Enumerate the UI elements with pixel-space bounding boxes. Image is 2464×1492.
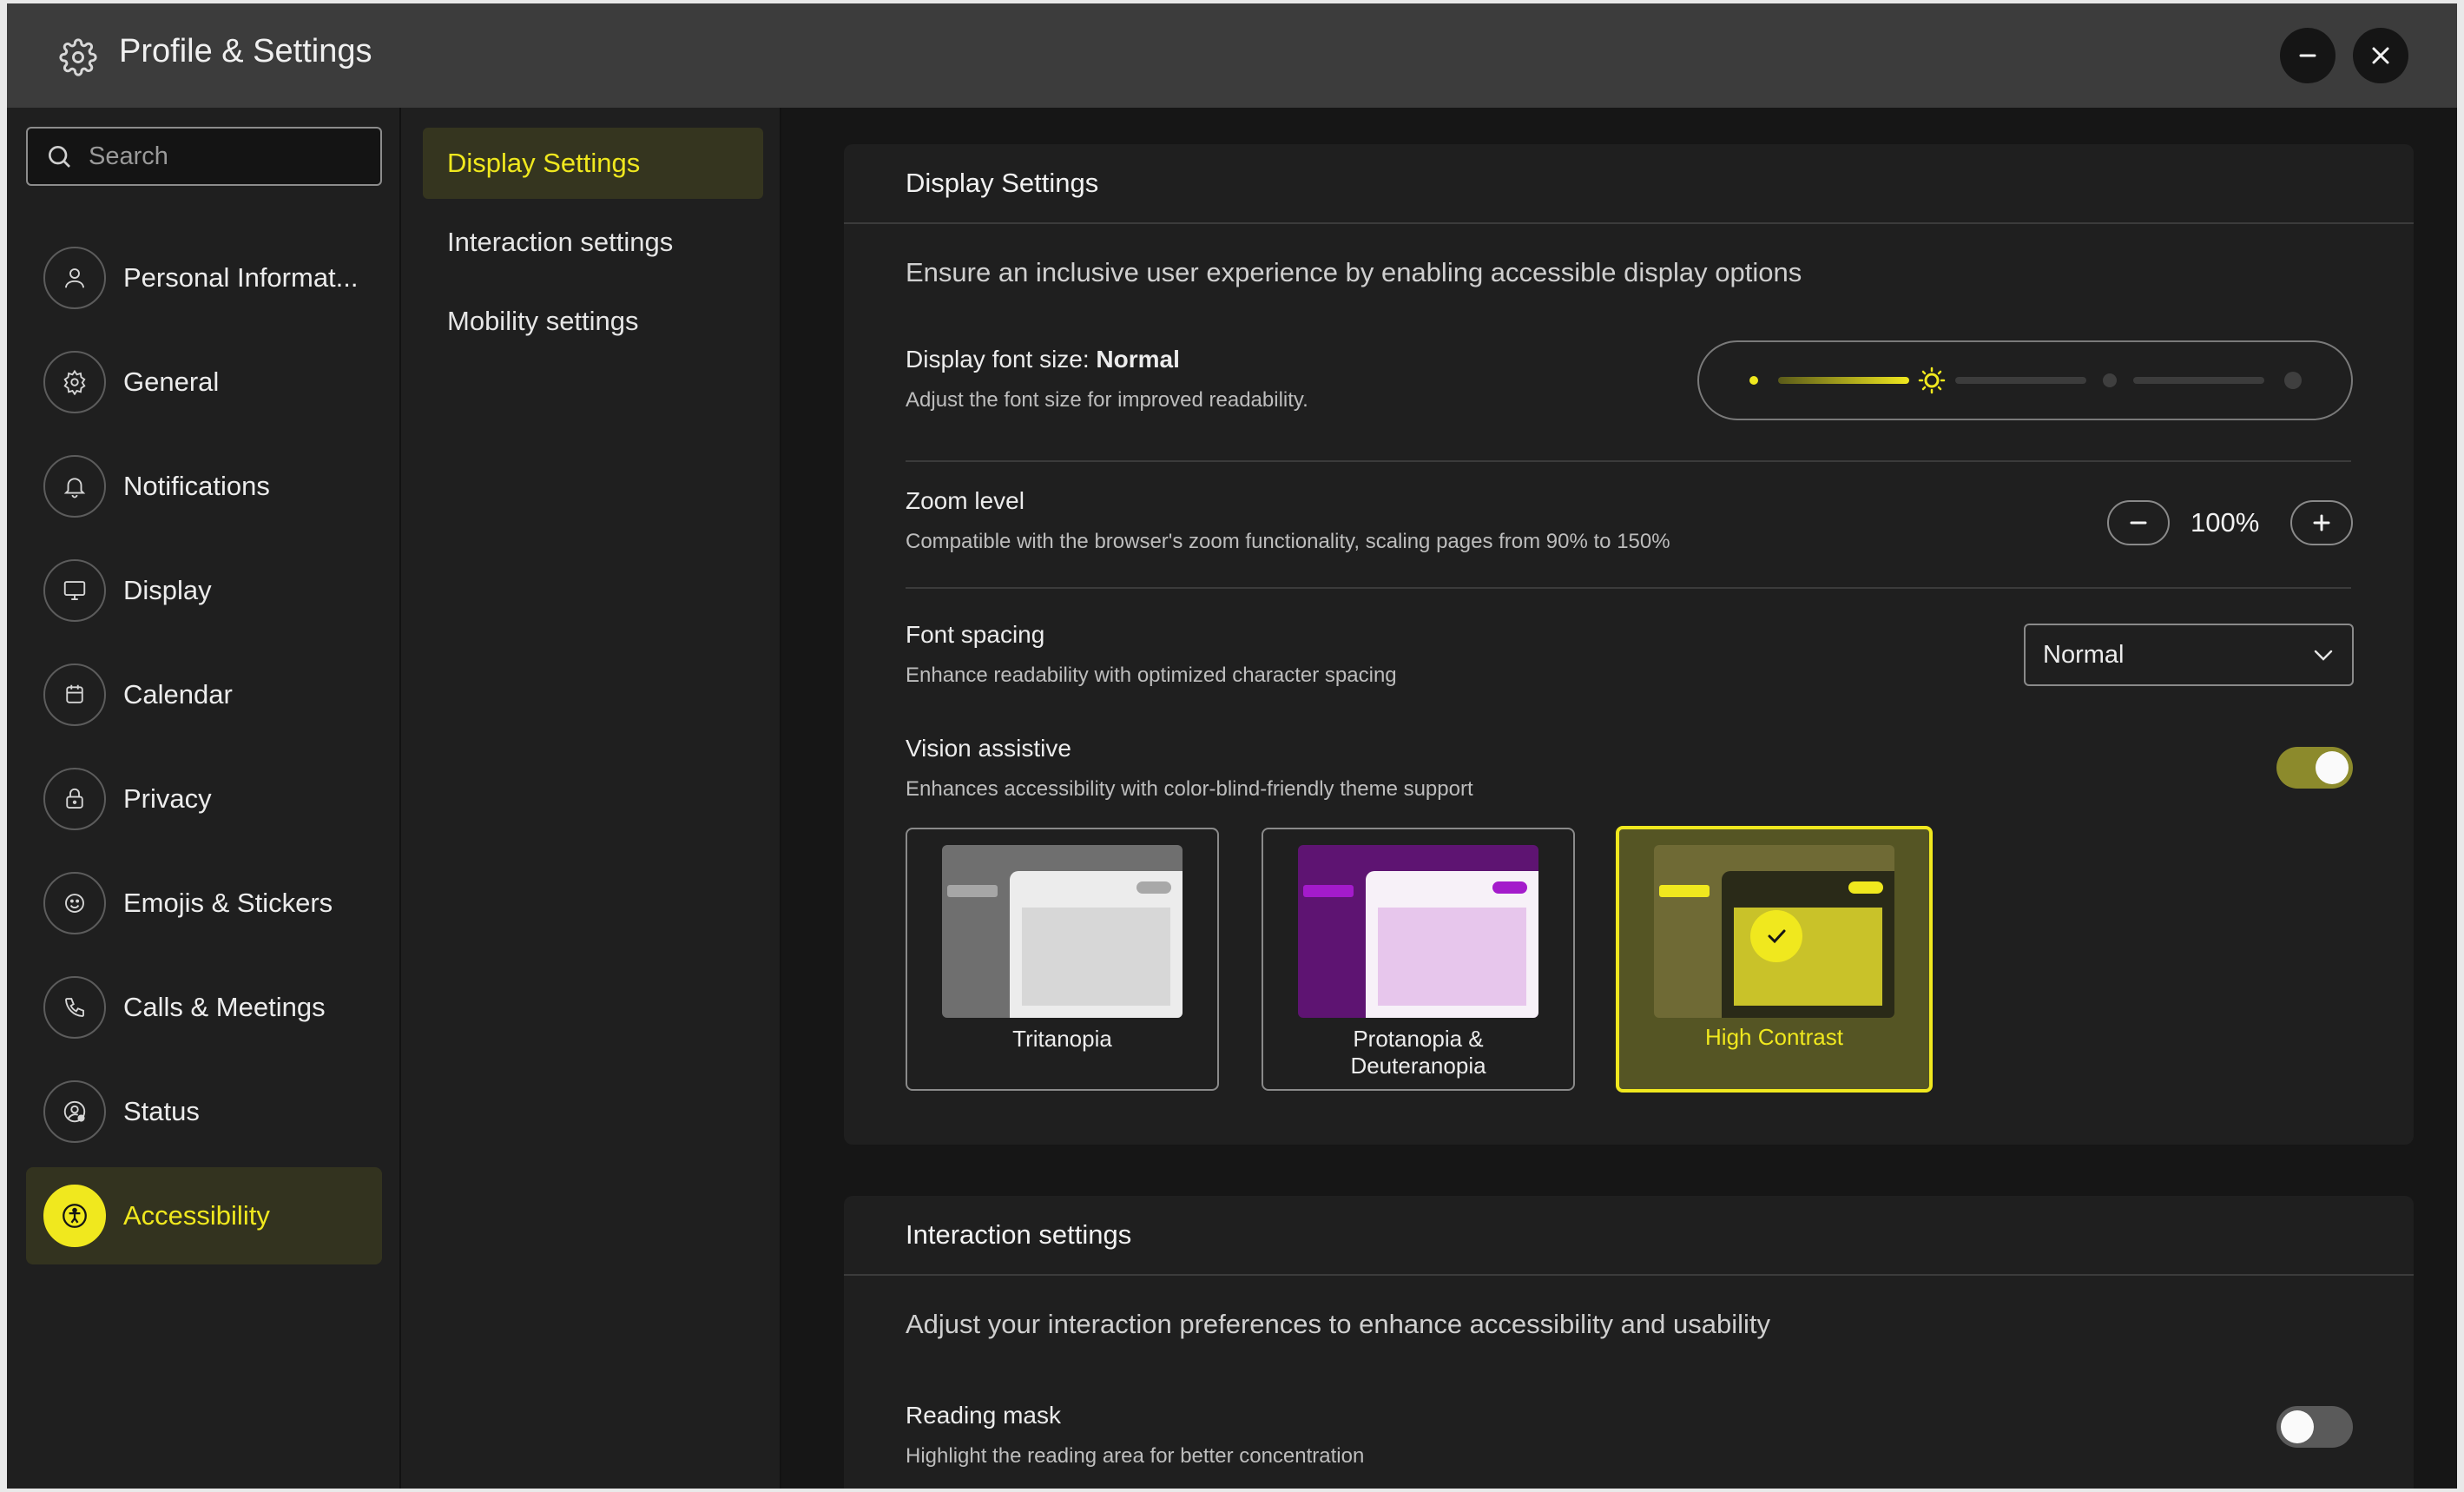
sidebar-item-label: Calendar (123, 679, 233, 710)
reading-mask-title: Reading mask (906, 1402, 1061, 1429)
sidebar-item-label: Notifications (123, 471, 270, 501)
sidebar-item-label: Personal Informat... (123, 262, 359, 293)
theme-preview (942, 845, 1183, 1018)
sidebar-item-display[interactable]: Display (26, 542, 382, 639)
sidebar-item-label: Status (123, 1096, 200, 1126)
phone-icon (43, 976, 106, 1039)
zoom-in-button[interactable] (2290, 500, 2353, 545)
settings-window: Profile & Settings Personal Informat... … (7, 3, 2457, 1489)
toggle-knob (2316, 751, 2349, 784)
theme-option-high-contrast[interactable]: High Contrast (1616, 826, 1933, 1093)
user-icon (43, 247, 106, 309)
section-description: Ensure an inclusive user experience by e… (906, 257, 1802, 287)
display-settings-card: Display Settings Ensure an inclusive use… (844, 144, 2414, 1145)
sidebar-item-label: General (123, 366, 220, 397)
slider-fill (1778, 377, 1909, 384)
sidebar-item-general[interactable]: General (26, 333, 382, 431)
sidebar-item-label: Display (123, 575, 212, 605)
minus-icon (2127, 512, 2150, 534)
search-input[interactable] (89, 142, 366, 171)
section-description: Adjust your interaction preferences to e… (906, 1309, 1770, 1339)
monitor-icon (43, 559, 106, 622)
theme-label: Protanopia & Deuteranopia (1350, 1026, 1486, 1079)
sidebar-item-calendar[interactable]: Calendar (26, 646, 382, 743)
zoom-description: Compatible with the browser's zoom funct… (906, 530, 1670, 553)
divider (906, 460, 2351, 462)
sidebar-item-status[interactable]: Status (26, 1063, 382, 1160)
sun-icon[interactable] (1918, 366, 1946, 394)
smiley-icon (43, 872, 106, 934)
toggle-knob (2281, 1410, 2314, 1443)
theme-option-tritanopia[interactable]: Tritanopia (906, 828, 1219, 1091)
subnav-item-display-settings[interactable]: Display Settings (423, 128, 763, 199)
vision-toggle[interactable] (2276, 747, 2353, 789)
font-spacing-title: Font spacing (906, 621, 1045, 648)
font-size-description: Adjust the font size for improved readab… (906, 388, 1308, 412)
main-content: Display Settings Ensure an inclusive use… (783, 108, 2457, 1489)
font-spacing-value: Normal (2043, 640, 2125, 669)
slider-step[interactable] (1749, 376, 1758, 385)
sidebar: Personal Informat... General Notificatio… (7, 108, 399, 1489)
close-button[interactable] (2353, 28, 2408, 83)
lock-icon (43, 768, 106, 830)
calendar-icon (43, 663, 106, 726)
zoom-title: Zoom level (906, 487, 1024, 514)
font-size-slider[interactable] (1697, 340, 2353, 420)
font-spacing-select[interactable]: Normal (2024, 624, 2354, 686)
accessibility-icon (43, 1185, 106, 1247)
theme-label: Tritanopia (1012, 1026, 1112, 1052)
bell-icon (43, 455, 106, 518)
sidebar-item-label: Emojis & Stickers (123, 888, 333, 918)
font-spacing-description: Enhance readability with optimized chara… (906, 663, 1397, 687)
vision-title: Vision assistive (906, 735, 1071, 762)
sidebar-item-label: Privacy (123, 783, 212, 814)
font-size-value: Normal (1096, 346, 1180, 373)
window-title: Profile & Settings (119, 33, 372, 69)
zoom-out-button[interactable] (2107, 500, 2170, 545)
minus-icon (2296, 43, 2320, 68)
divider (906, 587, 2351, 589)
slider-step[interactable] (2284, 372, 2302, 389)
gear-icon (59, 38, 97, 76)
sidebar-item-calls-meetings[interactable]: Calls & Meetings (26, 959, 382, 1056)
subnav-item-interaction-settings[interactable]: Interaction settings (423, 207, 763, 278)
slider-step[interactable] (2103, 373, 2117, 387)
sidebar-item-personal-information[interactable]: Personal Informat... (26, 229, 382, 327)
search-box (26, 127, 382, 186)
user-status-icon (43, 1080, 106, 1143)
sidebar-item-label: Calls & Meetings (123, 992, 326, 1022)
plus-icon (2310, 512, 2333, 534)
sidebar-nav: Personal Informat... General Notificatio… (26, 229, 382, 1271)
sidebar-item-accessibility[interactable]: Accessibility (26, 1167, 382, 1264)
vision-description: Enhances accessibility with color-blind-… (906, 777, 1473, 801)
close-icon (2368, 43, 2393, 68)
gear-icon (43, 351, 106, 413)
sidebar-item-privacy[interactable]: Privacy (26, 750, 382, 848)
sidebar-item-notifications[interactable]: Notifications (26, 438, 382, 535)
reading-mask-toggle[interactable] (2276, 1406, 2353, 1448)
search-icon (28, 142, 73, 170)
section-heading: Display Settings (844, 144, 2414, 224)
theme-option-protanopia-deuteranopia[interactable]: Protanopia & Deuteranopia (1262, 828, 1575, 1091)
sidebar-item-emojis-stickers[interactable]: Emojis & Stickers (26, 855, 382, 952)
font-size-label: Display font size: (906, 346, 1090, 373)
check-icon (1750, 910, 1802, 962)
slider-track (1955, 377, 2086, 384)
section-heading: Interaction settings (844, 1196, 2414, 1276)
sidebar-item-label: Accessibility (123, 1200, 270, 1231)
theme-preview (1298, 845, 1538, 1018)
theme-label: High Contrast (1705, 1024, 1843, 1050)
subnav: Display Settings Interaction settings Mo… (399, 108, 781, 1489)
subnav-item-mobility-settings[interactable]: Mobility settings (423, 286, 763, 357)
font-size-slider-track (1749, 366, 2302, 394)
reading-mask-description: Highlight the reading area for better co… (906, 1444, 1365, 1468)
theme-preview (1654, 845, 1894, 1018)
interaction-settings-card: Interaction settings Adjust your interac… (844, 1196, 2414, 1489)
minimize-button[interactable] (2280, 28, 2336, 83)
font-size-title: Display font size: Normal (906, 346, 1180, 373)
zoom-value: 100% (2191, 507, 2260, 538)
slider-track (2133, 377, 2264, 384)
title-bar: Profile & Settings (7, 3, 2457, 108)
